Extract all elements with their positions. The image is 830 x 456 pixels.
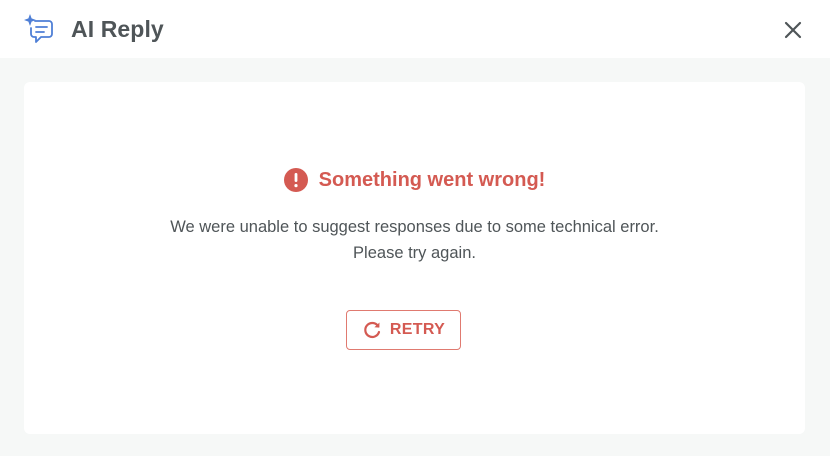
- error-title: Something went wrong!: [318, 169, 546, 191]
- error-message-line-2: Please try again.: [353, 244, 476, 262]
- dialog-header: AI Reply: [0, 0, 830, 58]
- retry-label: RETRY: [389, 321, 446, 338]
- error-message: We were unable to suggest responses due …: [24, 214, 805, 266]
- close-icon[interactable]: [782, 19, 804, 41]
- error-message-line-1: We were unable to suggest responses due …: [170, 218, 659, 236]
- refresh-icon: [364, 321, 381, 339]
- ai-chat-sparkle-icon: [24, 14, 53, 43]
- retry-button[interactable]: RETRY: [346, 310, 461, 350]
- exclamation-circle-icon: [283, 168, 308, 192]
- error-heading: Something went wrong!: [24, 166, 805, 194]
- error-card: Something went wrong! We were unable to …: [24, 82, 805, 434]
- dialog-title: AI Reply: [71, 16, 164, 42]
